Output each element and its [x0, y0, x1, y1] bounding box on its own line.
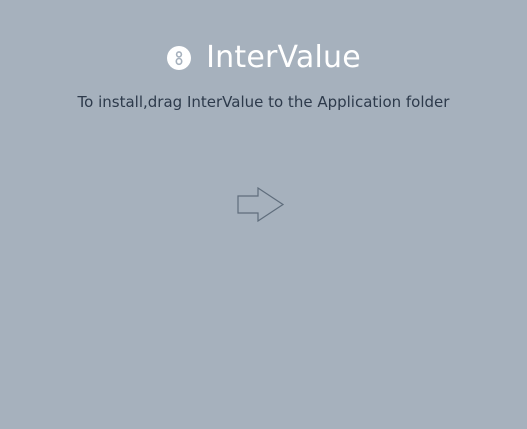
app-title: InterValue: [206, 40, 361, 75]
intervalue-logo-icon: [167, 46, 192, 70]
app-brand: InterValue: [0, 38, 527, 78]
install-instructions: To install,drag InterValue to the Applic…: [77, 93, 450, 111]
installer-window: InterValue To install,drag InterValue to…: [0, 0, 527, 429]
right-arrow-icon: [237, 187, 285, 222]
